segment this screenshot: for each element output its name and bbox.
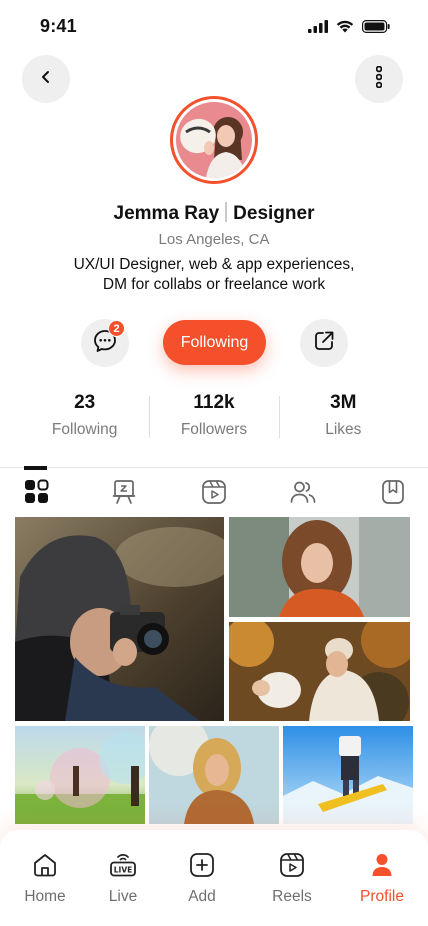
reels-icon: [201, 479, 227, 510]
cellular-signal-icon: [308, 20, 328, 38]
post-thumbnail[interactable]: [283, 726, 413, 824]
status-bar: 9:41: [0, 0, 428, 56]
message-button[interactable]: 2: [81, 319, 129, 367]
bio-line: DM for collabs or freelance work: [102, 276, 326, 293]
nav-label: Profile: [360, 888, 404, 905]
stat-following[interactable]: 23 Following: [20, 392, 149, 442]
stat-label: Followers: [180, 421, 248, 438]
tabs-divider: [0, 467, 428, 468]
chevron-left-icon: [39, 70, 53, 89]
wifi-icon: [336, 20, 354, 38]
external-link-icon: [312, 329, 336, 358]
grid-icon: [24, 479, 49, 509]
nav-add[interactable]: Add: [172, 851, 232, 906]
back-button[interactable]: [22, 55, 70, 103]
easel-icon: [112, 479, 136, 510]
live-icon: LIVE: [93, 851, 153, 879]
profile-role: Designer: [233, 203, 315, 224]
nav-profile[interactable]: Profile: [352, 851, 412, 906]
name-divider: [225, 202, 228, 222]
bottom-navigation: Home LIVE Live Add Reels Profile: [0, 830, 428, 926]
svg-text:LIVE: LIVE: [114, 866, 133, 875]
nav-home[interactable]: Home: [15, 851, 75, 906]
bio-line: UX/UI Designer, web & app experiences,: [73, 256, 355, 273]
profile-location: Los Angeles, CA: [158, 231, 270, 248]
profile-stats: 23 Following 112k Followers 3M Likes: [20, 392, 408, 442]
following-button[interactable]: Following: [163, 320, 266, 365]
post-thumbnail[interactable]: [15, 517, 224, 721]
profile-name-line: Jemma Ray Designer: [0, 202, 428, 225]
bookmark-icon: [381, 479, 405, 510]
stat-followers[interactable]: 112k Followers: [149, 392, 278, 442]
profile-bio: UX/UI Designer, web & app experiences, D…: [0, 255, 428, 295]
status-time: 9:41: [40, 16, 77, 36]
share-button[interactable]: [300, 319, 348, 367]
post-thumbnail[interactable]: [15, 726, 145, 824]
stat-value: 112k: [193, 392, 235, 413]
tab-tagged[interactable]: [289, 480, 317, 508]
nav-label: Reels: [272, 888, 312, 905]
reels-icon: [262, 851, 322, 879]
tab-presentations[interactable]: [110, 479, 138, 510]
message-count-badge: 2: [108, 320, 125, 337]
stat-label: Likes: [325, 421, 362, 438]
avatar-photo: [176, 102, 252, 178]
nav-label: Add: [188, 888, 216, 905]
nav-live[interactable]: LIVE Live: [93, 851, 153, 906]
post-thumbnail[interactable]: [229, 622, 410, 721]
avatar[interactable]: [170, 96, 258, 184]
stat-value: 23: [74, 392, 96, 413]
stat-likes[interactable]: 3M Likes: [278, 392, 408, 442]
more-vertical-icon: [375, 65, 383, 93]
post-thumbnail[interactable]: [149, 726, 279, 824]
active-tab-indicator: [24, 466, 47, 470]
battery-icon: [362, 20, 390, 38]
more-options-button[interactable]: [355, 55, 403, 103]
profile-icon: [352, 851, 412, 879]
nav-label: Home: [24, 888, 66, 905]
post-thumbnail[interactable]: [229, 517, 410, 617]
profile-name: Jemma Ray: [113, 203, 220, 224]
tab-grid[interactable]: [22, 479, 50, 509]
tab-reels[interactable]: [200, 479, 228, 510]
people-icon: [290, 480, 316, 509]
home-icon: [15, 851, 75, 879]
status-icons: [308, 20, 390, 38]
tab-saved[interactable]: [379, 479, 407, 510]
stat-label: Following: [51, 421, 118, 438]
nav-label: Live: [108, 888, 138, 905]
nav-reels[interactable]: Reels: [262, 851, 322, 906]
add-icon: [172, 851, 232, 879]
stat-value: 3M: [330, 392, 357, 413]
